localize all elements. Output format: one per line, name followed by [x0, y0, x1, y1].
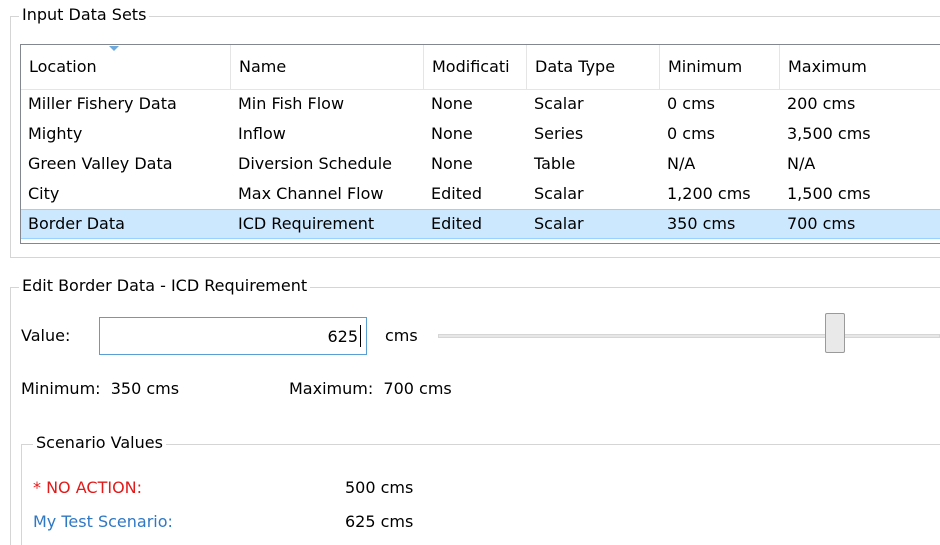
- text-caret: [360, 325, 361, 347]
- cell-data-type: Scalar: [534, 94, 584, 113]
- cell-name: Min Fish Flow: [238, 94, 345, 113]
- cell-data-type: Table: [534, 154, 576, 173]
- app-window: Input Data Sets Location Name Modificati…: [0, 0, 940, 545]
- cell-location: Border Data: [28, 214, 125, 233]
- cell-location: Mighty: [28, 124, 83, 143]
- cell-data-type: Series: [534, 124, 584, 143]
- cell-location: Miller Fishery Data: [28, 94, 177, 113]
- column-header-maximum[interactable]: Maximum: [780, 45, 940, 89]
- cell-maximum: 200 cms: [787, 94, 856, 113]
- table-row[interactable]: City Max Channel Flow Edited Scalar 1,20…: [21, 179, 940, 209]
- cell-maximum: 1,500 cms: [787, 184, 871, 203]
- cell-modification: None: [431, 94, 473, 113]
- column-header-data-type-label: Data Type: [535, 57, 616, 76]
- cell-name: Inflow: [238, 124, 286, 143]
- cell-data-type: Scalar: [534, 214, 584, 233]
- input-data-sets-title: Input Data Sets: [19, 5, 150, 25]
- cell-modification: None: [431, 124, 473, 143]
- value-unit-label: cms: [385, 326, 418, 345]
- column-header-maximum-label: Maximum: [788, 57, 867, 76]
- column-header-minimum[interactable]: Minimum: [660, 45, 780, 89]
- maximum-readout: Maximum: 700 cms: [289, 379, 452, 398]
- cell-modification: Edited: [431, 184, 482, 203]
- column-header-name[interactable]: Name: [231, 45, 424, 89]
- cell-name: ICD Requirement: [238, 214, 375, 233]
- scenario-values-title: Scenario Values: [33, 433, 166, 453]
- column-header-location[interactable]: Location: [21, 45, 231, 89]
- edit-group-title: Edit Border Data - ICD Requirement: [19, 276, 311, 296]
- cell-name: Max Channel Flow: [238, 184, 384, 203]
- cell-minimum: 350 cms: [667, 214, 736, 233]
- table-row[interactable]: Green Valley Data Diversion Schedule Non…: [21, 149, 940, 179]
- scenario-label-no-action: * NO ACTION:: [33, 478, 143, 497]
- table-row-selected[interactable]: Border Data ICD Requirement Edited Scala…: [21, 209, 940, 239]
- column-header-modification-label: Modificati: [432, 57, 510, 76]
- value-input[interactable]: [99, 317, 367, 355]
- cell-data-type: Scalar: [534, 184, 584, 203]
- column-header-data-type[interactable]: Data Type: [527, 45, 660, 89]
- cell-minimum: 0 cms: [667, 124, 715, 143]
- minimum-readout: Minimum: 350 cms: [21, 379, 180, 398]
- cell-name: Diversion Schedule: [238, 154, 392, 173]
- scenario-value-my-test: 625 cms: [345, 512, 414, 531]
- table-row[interactable]: Mighty Inflow None Series 0 cms 3,500 cm…: [21, 119, 940, 149]
- column-header-name-label: Name: [239, 57, 287, 76]
- cell-minimum: N/A: [667, 154, 696, 173]
- cell-location: Green Valley Data: [28, 154, 173, 173]
- cell-modification: None: [431, 154, 473, 173]
- column-header-modification[interactable]: Modificati: [424, 45, 527, 89]
- table-header: Location Name Modificati Data Type Minim…: [21, 45, 940, 90]
- value-slider-track[interactable]: [438, 334, 940, 338]
- scenario-value-no-action: 500 cms: [345, 478, 414, 497]
- cell-maximum: N/A: [787, 154, 816, 173]
- cell-maximum: 700 cms: [787, 214, 856, 233]
- cell-location: City: [28, 184, 60, 203]
- data-sets-table: Location Name Modificati Data Type Minim…: [20, 44, 940, 244]
- value-label: Value:: [21, 326, 71, 345]
- cell-modification: Edited: [431, 214, 482, 233]
- cell-maximum: 3,500 cms: [787, 124, 871, 143]
- scenario-label-my-test[interactable]: My Test Scenario:: [33, 510, 173, 534]
- sort-descending-icon: [109, 46, 119, 51]
- cell-minimum: 0 cms: [667, 94, 715, 113]
- column-header-minimum-label: Minimum: [668, 57, 743, 76]
- cell-minimum: 1,200 cms: [667, 184, 751, 203]
- column-header-location-label: Location: [29, 57, 97, 76]
- value-slider-thumb[interactable]: [825, 313, 845, 353]
- table-row[interactable]: Miller Fishery Data Min Fish Flow None S…: [21, 89, 940, 119]
